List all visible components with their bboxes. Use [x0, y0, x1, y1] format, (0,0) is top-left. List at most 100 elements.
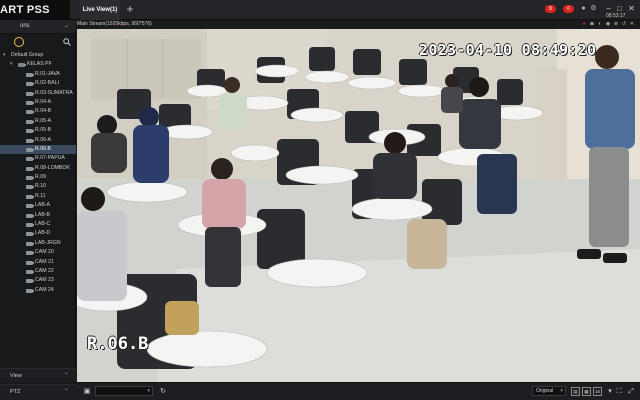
close-video-icon[interactable]: ✕ — [629, 21, 635, 27]
camera-icon — [26, 176, 34, 181]
collapse-icon[interactable]: ▾ — [10, 60, 13, 69]
tree-item-camera[interactable]: R.02-BALI — [0, 79, 76, 88]
bottom-toolbar: ▣ ▾ ↻ Original ▾ ▤ ▦ 16 ▾ ⛶ ⤢ — [77, 382, 640, 400]
add-tab-icon[interactable]: + — [124, 3, 136, 15]
tree-item-camera[interactable]: LAB-JRGN — [0, 239, 76, 248]
tree-item-label: R.04-B — [35, 108, 52, 115]
tree-item-label: CAM 21 — [35, 258, 54, 265]
osd-timestamp: 2023-04-10 08:49:20 — [419, 41, 597, 59]
layout-1-icon[interactable]: ▤ — [571, 387, 580, 396]
tree-item-label: R.11 — [35, 192, 46, 199]
expand-icon[interactable]: ⤢ — [627, 387, 635, 396]
stream-select[interactable]: ▾ — [95, 386, 153, 396]
notification-badge[interactable]: 6 — [563, 5, 574, 13]
camera-icon — [26, 166, 34, 171]
close-icon[interactable]: ✕ — [626, 3, 637, 15]
tree-item-label: R.10 — [35, 183, 46, 190]
camera-icon — [26, 185, 34, 190]
osd-channel-name: R.06.B — [87, 334, 149, 354]
fullscreen-icon[interactable]: ⛶ — [615, 387, 623, 396]
camera-icon — [26, 91, 34, 96]
camera-icon — [26, 213, 34, 218]
tree-item-camera[interactable]: R.04-B — [0, 107, 76, 116]
app-title: ART PSS — [0, 4, 50, 16]
settings-icon[interactable]: ⚙ — [589, 4, 598, 14]
app-logo-area: ART PSS — [0, 0, 70, 20]
audio-icon[interactable]: ◐ — [597, 21, 603, 27]
search-icon[interactable] — [63, 38, 71, 46]
tree-group[interactable]: ▾ KELAS PF — [0, 60, 76, 69]
tree-item-camera[interactable]: R.06-A — [0, 136, 76, 145]
top-bar: ART PSS Live View(1) + 8 6 ● ⚙ – □ ✕ 08:… — [0, 0, 640, 20]
tree-item-label: LAB-B — [35, 211, 50, 218]
refresh-icon[interactable] — [14, 37, 24, 47]
tree-item-camera[interactable]: CAM 24 — [0, 286, 76, 295]
tree-item-label: R.09 — [35, 174, 46, 181]
device-icon — [18, 63, 26, 68]
camera-icon — [26, 241, 34, 246]
save-layout-icon[interactable]: ▣ — [83, 387, 91, 396]
tree-item-label: R.05-A — [35, 117, 52, 124]
layout-16-icon[interactable]: 16 — [593, 387, 602, 396]
camera-icon — [26, 100, 34, 105]
tree-item-label: CAM 24 — [35, 286, 54, 293]
layout-more-icon[interactable]: ▾ — [606, 387, 614, 396]
tree-item-camera[interactable]: LAB-B — [0, 211, 76, 220]
tree-item-camera[interactable]: R.10 — [0, 182, 76, 191]
chevron-down-icon[interactable]: ⌄ — [64, 22, 69, 29]
chevron-up-icon[interactable]: ⌃ — [64, 372, 69, 379]
tree-item-camera[interactable]: R.08-LOMBOK — [0, 164, 76, 173]
tree-item-camera[interactable]: R.06.B — [0, 144, 76, 155]
live-video-frame[interactable]: 2023-04-10 08:49:20 R.06.B — [77, 29, 640, 382]
tree-item-label: R.07-PAPUA — [35, 155, 65, 162]
refresh-stream-icon[interactable]: ↻ — [159, 387, 167, 396]
layout-4-icon[interactable]: ▦ — [582, 387, 591, 396]
tree-item-label: CAM 20 — [35, 249, 54, 256]
zoom-icon[interactable]: ⊕ — [613, 21, 619, 27]
tree-item-camera[interactable]: R.07-PAPUA — [0, 154, 76, 163]
tree-item-camera[interactable]: CAM 23 — [0, 276, 76, 285]
snapshot-icon[interactable]: ◙ — [589, 21, 595, 27]
video-window-header: Main Stream(1920kbps, 960*576) ● ◙ ◐ ◉ ⊕… — [77, 20, 640, 29]
tree-item-camera[interactable]: R.03-SUMATRA — [0, 89, 76, 98]
record-icon[interactable]: ● — [581, 21, 587, 27]
ptz-section[interactable]: PTZ ⌃ — [0, 384, 76, 400]
camera-icon — [26, 269, 34, 274]
tree-item-label: LAB-C — [35, 221, 51, 228]
tree-item-camera[interactable]: CAM 20 — [0, 248, 76, 257]
tree-item-label: R.02-BALI — [35, 80, 59, 87]
tab-live-view[interactable]: Live View(1) — [80, 0, 120, 20]
collapse-icon[interactable]: ▾ — [3, 51, 6, 60]
camera-icon — [26, 279, 34, 284]
view-section[interactable]: View ⌃ — [0, 368, 76, 382]
tree-item-camera[interactable]: R.11 — [0, 192, 76, 201]
scale-select[interactable]: Original ▾ — [532, 386, 566, 396]
tree-item-camera[interactable]: R.09 — [0, 173, 76, 182]
tree-item-camera[interactable]: R.04-A — [0, 98, 76, 107]
user-icon[interactable]: ● — [579, 4, 588, 14]
tree-item-label: LAB-A — [35, 202, 50, 209]
sidebar-header-label: ons — [20, 23, 30, 29]
tree-item-camera[interactable]: CAM 21 — [0, 258, 76, 267]
tree-item-camera[interactable]: R.05-A — [0, 117, 76, 126]
camera-icon — [26, 82, 34, 87]
tree-item-camera[interactable]: CAM 22 — [0, 267, 76, 276]
tree-item-camera[interactable]: LAB-D — [0, 229, 76, 238]
chevron-up-icon[interactable]: ⌃ — [64, 388, 69, 395]
tree-item-label: R.01-JAVA — [35, 70, 60, 77]
camera-icon — [26, 194, 34, 199]
tree-item-camera[interactable]: R.05-B — [0, 126, 76, 135]
tree-item-label: R.04-A — [35, 98, 52, 105]
tree-item-label: R.06.B — [35, 145, 51, 152]
talk-icon[interactable]: ◉ — [605, 21, 611, 27]
tree-item-camera[interactable]: LAB-A — [0, 201, 76, 210]
tree-item-camera[interactable]: LAB-C — [0, 220, 76, 229]
camera-icon — [26, 251, 34, 256]
alarm-badge[interactable]: 8 — [545, 5, 556, 13]
sidebar-header[interactable]: ons ⌄ — [0, 20, 76, 34]
instant-playback-icon[interactable]: ↺ — [621, 21, 627, 27]
chevron-down-icon: ▾ — [560, 388, 563, 394]
tree-root[interactable]: ▾ Default Group — [0, 51, 76, 60]
tree-item-camera[interactable]: R.01-JAVA — [0, 70, 76, 79]
view-section-label: View — [10, 373, 22, 379]
